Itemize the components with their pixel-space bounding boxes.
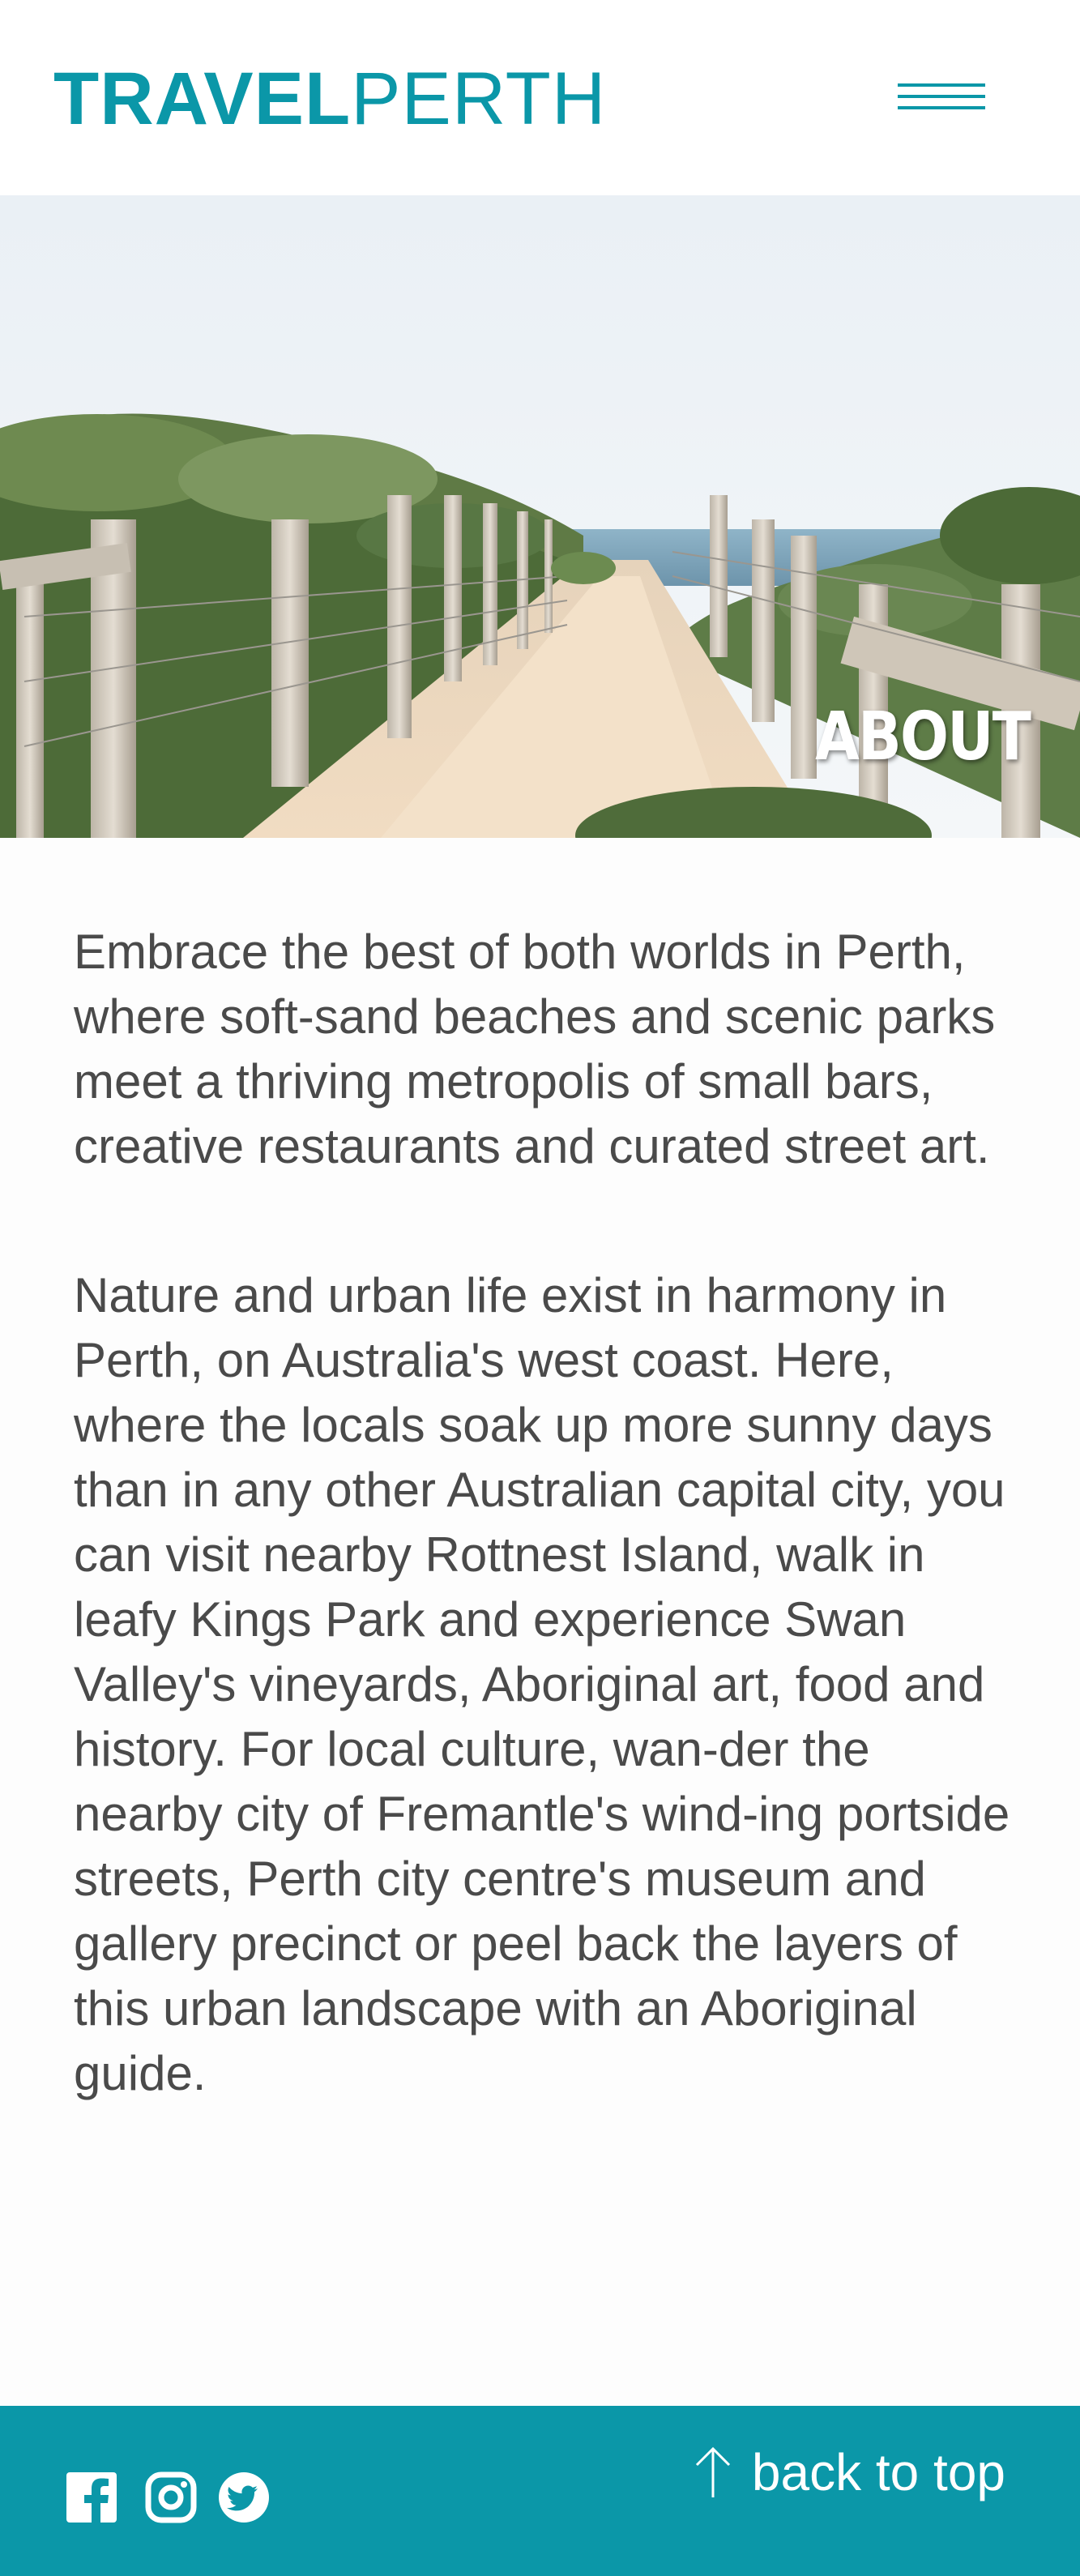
logo-bold-text: TRAVEL [53,58,352,140]
hamburger-menu-icon[interactable] [891,77,988,126]
back-to-top-label: back to top [751,2443,1005,2501]
intro-paragraph: Embrace the best of both worlds in Perth… [74,925,996,1173]
facebook-icon[interactable] [65,2471,118,2524]
site-header: TRAVELPERTH [0,0,1080,195]
back-to-top-button[interactable]: back to top [690,2440,1005,2505]
site-footer: back to top [0,2406,1080,2576]
page-title: ABOUT [814,698,1031,775]
instagram-icon[interactable] [144,2471,198,2524]
body-paragraph: Nature and urban life exist in harmony i… [74,1268,1010,2100]
site-logo[interactable]: TRAVELPERTH [53,58,606,139]
arrow-up-icon [695,2446,730,2497]
hero-banner: ABOUT [0,195,1080,838]
logo-light-text: PERTH [351,58,607,140]
twitter-icon[interactable] [217,2471,271,2524]
about-content: Embrace the best of both worlds in Perth… [74,920,1022,2106]
